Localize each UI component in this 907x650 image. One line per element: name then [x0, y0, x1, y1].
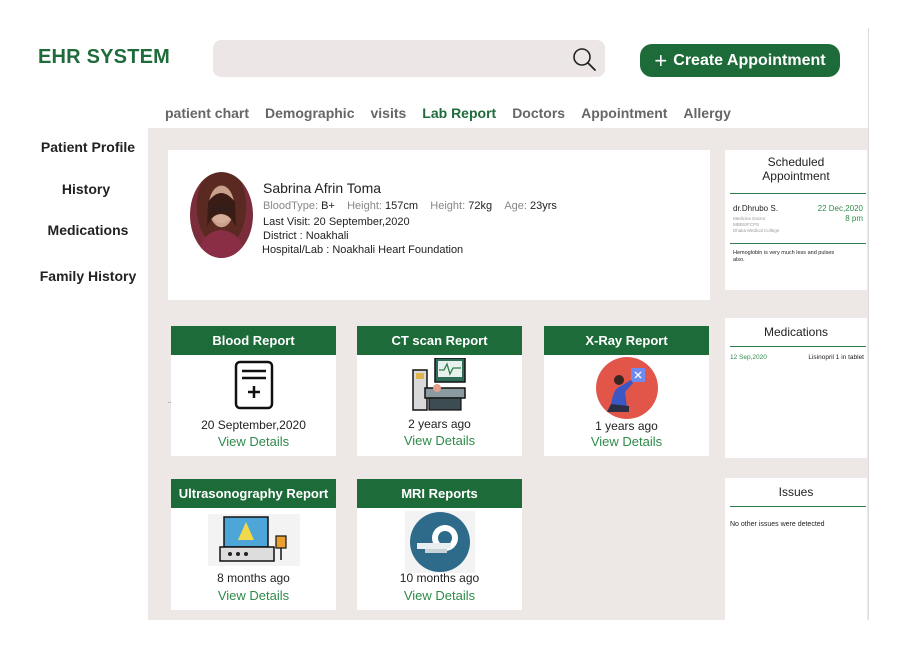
height-value: 157cm	[385, 200, 419, 212]
view-details-link[interactable]: View Details	[171, 588, 336, 603]
issues-text: No other issues were detected	[730, 521, 825, 528]
blood-type-value: B+	[321, 200, 335, 212]
mri-report-card[interactable]: MRI Reports 10 months ago View Details	[357, 479, 522, 610]
appointment-note: Hemoglobin is very much less and pulses …	[733, 250, 835, 263]
blood-report-card[interactable]: Blood Report 20 September,2020 View Deta…	[171, 326, 336, 456]
divider	[730, 243, 866, 244]
search-input[interactable]	[213, 40, 605, 77]
mri-icon	[404, 511, 475, 573]
patient-avatar	[190, 172, 253, 258]
doctor-name[interactable]: dr.Dhrubo S.	[733, 204, 778, 213]
doctor-college: Dhaka Medical College	[733, 228, 780, 233]
card-title: X-Ray Report	[544, 326, 709, 355]
medications-title: Medications	[763, 325, 829, 339]
tab-allergy[interactable]: Allergy	[683, 105, 730, 121]
blood-type-label: BloodType:	[263, 200, 319, 212]
issues-panel: Issues No other issues were detected	[725, 478, 867, 620]
create-appointment-button[interactable]: + Create Appointment	[640, 44, 840, 77]
ct-scan-icon	[411, 358, 466, 411]
sidebar-item-patient-profile[interactable]: Patient Profile	[28, 139, 148, 155]
card-title: Ultrasonography Report	[171, 479, 336, 508]
divider	[730, 346, 866, 347]
doctor-details: Medicine Doctor MBBS/FCPS Dhaka Medical …	[733, 216, 779, 234]
tab-doctors[interactable]: Doctors	[512, 105, 565, 121]
ct-scan-report-card[interactable]: CT scan Report 2 years ago View Details	[357, 326, 522, 456]
tab-lab-report[interactable]: Lab Report	[422, 105, 496, 121]
scheduled-appointment-panel: Scheduled Appointment dr.Dhrubo S. 22 De…	[725, 150, 867, 290]
divider	[730, 193, 866, 194]
age-value: 23yrs	[530, 200, 557, 212]
medication-date: 12 Sep,2020	[730, 354, 767, 361]
card-time: 1 years ago	[595, 419, 658, 433]
sidebar-item-history[interactable]: History	[26, 181, 146, 197]
divider	[730, 506, 866, 507]
issues-title: Issues	[778, 485, 814, 499]
patient-name: Sabrina Afrin Toma	[263, 180, 382, 196]
weight-value: 72kg	[468, 200, 493, 212]
ultrasound-icon	[207, 514, 300, 566]
sidebar-item-medications[interactable]: Medications	[28, 222, 148, 238]
view-details-link[interactable]: View Details	[171, 434, 336, 449]
blood-report-icon	[234, 360, 273, 410]
medication-entry: Lisinopril 1 in tablet	[808, 354, 864, 361]
card-title: MRI Reports	[357, 479, 522, 508]
tab-demographic[interactable]: Demographic	[265, 105, 354, 121]
card-time: 2 years ago	[408, 417, 471, 431]
view-details-link[interactable]: View Details	[357, 588, 522, 603]
appointment-date: 22 Dec,2020	[817, 204, 863, 213]
height-label: Height:	[347, 200, 382, 212]
view-details-link[interactable]: View Details	[357, 433, 522, 448]
tab-appointment[interactable]: Appointment	[581, 105, 667, 121]
hospital: Hospital/Lab : Noakhali Heart Foundation	[262, 244, 464, 256]
xray-icon	[595, 357, 658, 419]
appointment-datetime: 22 Dec,2020 8 pm	[818, 204, 863, 224]
age-label: Age:	[504, 200, 527, 212]
patient-profile-card: Sabrina Afrin Toma BloodType: B+ Height:…	[168, 150, 710, 300]
card-title: CT scan Report	[357, 326, 522, 355]
scheduled-title-text: Scheduled Appointment	[762, 155, 830, 183]
card-title: Blood Report	[171, 326, 336, 355]
page-divider	[868, 28, 869, 620]
xray-report-card[interactable]: X-Ray Report 1 years ago View Details	[544, 326, 709, 456]
app-logo: EHR SYSTEM	[38, 46, 171, 68]
sidebar-item-family-history[interactable]: Family History	[28, 268, 148, 284]
search-icon[interactable]	[571, 46, 597, 72]
medications-panel: Medications 12 Sep,2020 Lisinopril 1 in …	[725, 318, 867, 458]
view-details-link[interactable]: View Details	[544, 434, 709, 449]
tab-bar: patient chart Demographic visits Lab Rep…	[165, 105, 731, 121]
plus-icon: +	[654, 47, 668, 73]
create-appointment-label: Create Appointment	[673, 51, 826, 69]
tab-patient-chart[interactable]: patient chart	[165, 105, 249, 121]
card-time: 8 months ago	[217, 571, 290, 585]
scheduled-appointment-title: Scheduled Appointment	[725, 155, 867, 183]
tab-visits[interactable]: visits	[370, 105, 406, 121]
card-time: 20 September,2020	[201, 418, 306, 432]
appointment-time: 8 pm	[845, 214, 863, 223]
district: District : Noakhali	[263, 230, 349, 242]
last-visit: Last Visit: 20 September,2020	[263, 216, 410, 228]
patient-vitals: BloodType: B+ Height: 157cm Height: 72kg…	[263, 200, 557, 212]
weight-label: Height:	[430, 200, 466, 212]
ultrasonography-report-card[interactable]: Ultrasonography Report 8 months ago View…	[171, 479, 336, 610]
card-time: 10 months ago	[399, 571, 480, 585]
